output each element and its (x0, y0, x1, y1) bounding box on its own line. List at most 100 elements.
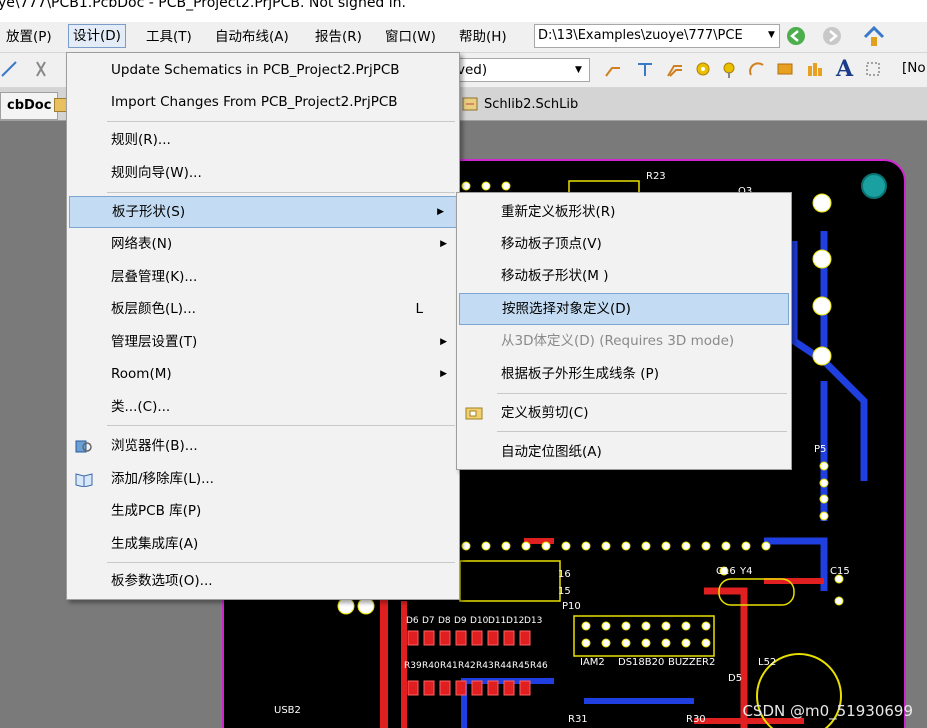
silkscreen-label: D8 (438, 616, 451, 626)
board-cutout-icon (465, 407, 483, 420)
menu-separator (497, 431, 787, 432)
silkscreen-label: 15 (558, 586, 571, 597)
back-icon[interactable] (786, 26, 806, 46)
silkscreen-label: R30 (686, 714, 706, 725)
submenu-move-board-vertices[interactable]: 移动板子顶点(V) (457, 229, 791, 259)
component-icon[interactable] (864, 60, 882, 78)
chevron-down-icon[interactable]: ▼ (575, 65, 582, 75)
browse-components-icon (75, 440, 92, 453)
interactive-route-icon[interactable] (604, 60, 622, 78)
cut-icon[interactable] (32, 60, 50, 78)
submenu-define-board-cutout[interactable]: 定义板剪切(C) (457, 398, 791, 428)
menu-board-options[interactable]: 板参数选项(O)... (67, 566, 459, 596)
submenu-redefine-board-shape[interactable]: 重新定义板形状(R) (457, 197, 791, 227)
silkscreen-label: L52 (758, 657, 777, 668)
silkscreen-label: D9 (454, 616, 467, 626)
menu-reports[interactable]: 报告(R) (311, 26, 366, 48)
library-book-icon (75, 473, 93, 487)
silkscreen-label: Y4 (740, 566, 753, 577)
silkscreen-label: D10 (470, 616, 489, 626)
silkscreen-label: D13 (524, 616, 543, 626)
menu-rules-wizard[interactable]: 规则向导(W)... (67, 158, 459, 188)
menu-make-pcb-library[interactable]: 生成PCB 库(P) (67, 496, 459, 526)
silkscreen-label: R31 (568, 714, 588, 725)
via-icon[interactable] (720, 60, 738, 78)
menu-classes[interactable]: 类...(C)... (67, 392, 459, 422)
submenu-auto-position-sheet[interactable]: 自动定位图纸(A) (457, 437, 791, 467)
menu-layer-sets[interactable]: 管理层设置(T) ▶ (67, 327, 459, 357)
menu-autoroute[interactable]: 自动布线(A) (211, 26, 293, 48)
window-title: ye\777\PCB1.PcbDoc - PCB_Project2.PrjPCB… (0, 0, 406, 11)
silkscreen-label: D11 (488, 616, 507, 626)
menu-netlist[interactable]: 网络表(N) ▶ (67, 229, 459, 259)
silkscreen-label: R44 (494, 661, 512, 671)
menu-browse-components[interactable]: 浏览器件(B)... (67, 431, 459, 461)
arc-icon[interactable] (748, 60, 766, 78)
silkscreen-label: R45 (512, 661, 530, 671)
menu-separator (107, 425, 455, 426)
design-menu: Update Schematics in PCB_Project2.PrjPCB… (66, 52, 460, 600)
menu-rules[interactable]: 规则(R)... (67, 125, 459, 155)
pad-icon[interactable] (694, 60, 712, 78)
toolbar-right-text: [No (902, 60, 926, 76)
menu-place[interactable]: 放置(P) (2, 26, 56, 48)
silkscreen-label: R42 (458, 661, 476, 671)
silkscreen-label: R46 (530, 661, 548, 671)
view-combo[interactable]: ved) ▼ (452, 58, 590, 82)
title-bar: ye\777\PCB1.PcbDoc - PCB_Project2.PrjPCB… (0, 0, 927, 22)
path-combo[interactable]: D:\13\Examples\zuoye\777\PCE (534, 24, 780, 48)
silkscreen-label: D6 (406, 616, 419, 626)
menu-tools[interactable]: 工具(T) (142, 26, 196, 48)
menu-layer-stack[interactable]: 层叠管理(K)... (67, 262, 459, 292)
menu-separator (497, 393, 787, 394)
watermark: CSDN @m0_51930699 (742, 702, 913, 720)
silkscreen-label: 16 (558, 569, 571, 580)
menu-board-shape[interactable]: 板子形状(S) ▶ (69, 196, 457, 228)
diff-pair-icon[interactable] (636, 60, 654, 78)
submenu-define-from-3d: 从3D体定义(D) (Requires 3D mode) (501, 333, 735, 349)
silkscreen-label: R23 (646, 171, 666, 182)
silkscreen-label: R43 (476, 661, 494, 671)
menu-import-changes[interactable]: Import Changes From PCB_Project2.PrjPCB (67, 87, 459, 117)
path-value: D:\13\Examples\zuoye\777\PCE (538, 28, 743, 43)
submenu-create-primitives[interactable]: 根据板子外形生成线条 (P) (457, 359, 791, 389)
silkscreen-label: D7 (422, 616, 435, 626)
silkscreen-label: IAM2 (580, 657, 605, 668)
multi-route-icon[interactable] (666, 60, 684, 78)
silkscreen-label: P10 (562, 601, 581, 612)
home-icon[interactable] (862, 25, 886, 47)
submenu-arrow-icon: ▶ (440, 337, 447, 347)
silkscreen-label: DS18B20 (618, 657, 665, 668)
string-icon[interactable]: A (836, 56, 853, 82)
wire-icon[interactable] (0, 60, 18, 78)
silkscreen-label: C16 (716, 566, 736, 577)
tab-schlib[interactable]: Schlib2.SchLib (484, 92, 578, 118)
menu-separator (107, 121, 455, 122)
menu-separator (107, 562, 455, 563)
menu-design[interactable]: 设计(D) (68, 24, 126, 48)
menu-help[interactable]: 帮助(H) (455, 26, 511, 48)
menu-window[interactable]: 窗口(W) (381, 26, 440, 48)
menu-update-schematics[interactable]: Update Schematics in PCB_Project2.PrjPCB (67, 55, 459, 85)
silkscreen-label: C15 (830, 566, 850, 577)
chevron-down-icon[interactable]: ▼ (768, 30, 775, 40)
submenu-arrow-icon: ▶ (440, 369, 447, 379)
menu-room[interactable]: Room(M) ▶ (67, 359, 459, 389)
menu-make-integrated-library[interactable]: 生成集成库(A) (67, 529, 459, 559)
silkscreen-label: R40 (422, 661, 440, 671)
submenu-arrow-icon: ▶ (437, 207, 444, 217)
menu-add-remove-library[interactable]: 添加/移除库(L)... (67, 464, 459, 494)
fill-icon[interactable] (776, 60, 794, 78)
polygon-icon[interactable] (806, 60, 824, 78)
silkscreen-label: USB2 (274, 705, 301, 716)
menu-separator (107, 192, 455, 193)
forward-icon[interactable] (822, 26, 842, 46)
submenu-define-from-selected[interactable]: 按照选择对象定义(D) (459, 293, 789, 325)
silkscreen-label: P5 (814, 444, 827, 455)
menu-layer-colors[interactable]: 板层颜色(L)... L (67, 294, 459, 324)
tab-pcbdoc[interactable]: cbDoc (0, 92, 59, 120)
silkscreen-label: R41 (440, 661, 458, 671)
submenu-move-board-shape[interactable]: 移动板子形状(M ) (457, 261, 791, 291)
silkscreen-label: BUZZER2 (668, 657, 716, 668)
silkscreen-label: D5 (728, 673, 743, 684)
